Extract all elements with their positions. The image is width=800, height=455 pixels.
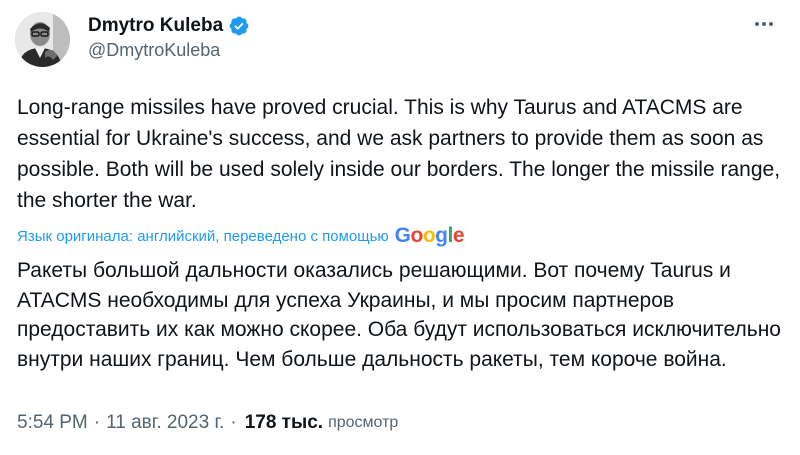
person-avatar-icon [15,12,70,67]
tweet-date[interactable]: 11 авг. 2023 г. [106,412,224,434]
more-options-button[interactable] [750,12,778,36]
tweet-text: Long-range missiles have proved crucial.… [17,96,781,212]
views-count[interactable]: 178 тыс. [245,412,323,434]
google-logo-letter: g [435,224,448,247]
verified-badge-icon[interactable] [228,15,250,37]
translation-notice[interactable]: Язык оригинала: английский, переведено с… [17,228,389,245]
google-logo-letter: e [452,224,465,247]
more-options-icon-dot [762,22,766,26]
google-logo-letter: o [422,224,436,247]
meta-separator: · [230,412,237,433]
translated-tweet-text: Ракеты большой дальности оказались решаю… [17,259,781,371]
translation-notice-row[interactable]: Язык оригинала: английский, переведено с… [17,224,465,248]
author-handle[interactable]: @DmytroKuleba [88,40,220,61]
meta-separator: · [93,412,101,433]
google-logo-letter: o [410,224,424,247]
views-label: просмотр [328,414,399,431]
tweet-time[interactable]: 5:54 PM [17,412,88,434]
google-logo-letter: G [394,224,411,247]
more-options-icon [755,22,759,26]
google-logo: Google [394,224,465,248]
more-options-icon-dot [769,22,773,26]
tweet-card: Dmytro Kuleba @DmytroKuleba Long-range m… [0,0,800,455]
tweet-meta: 5:54 PM · 11 авг. 2023 г. · 178 тыс. про… [17,410,398,436]
author-avatar[interactable] [15,12,70,67]
author-display-name[interactable]: Dmytro Kuleba [88,15,223,37]
author-name-row: Dmytro Kuleba [88,12,250,40]
